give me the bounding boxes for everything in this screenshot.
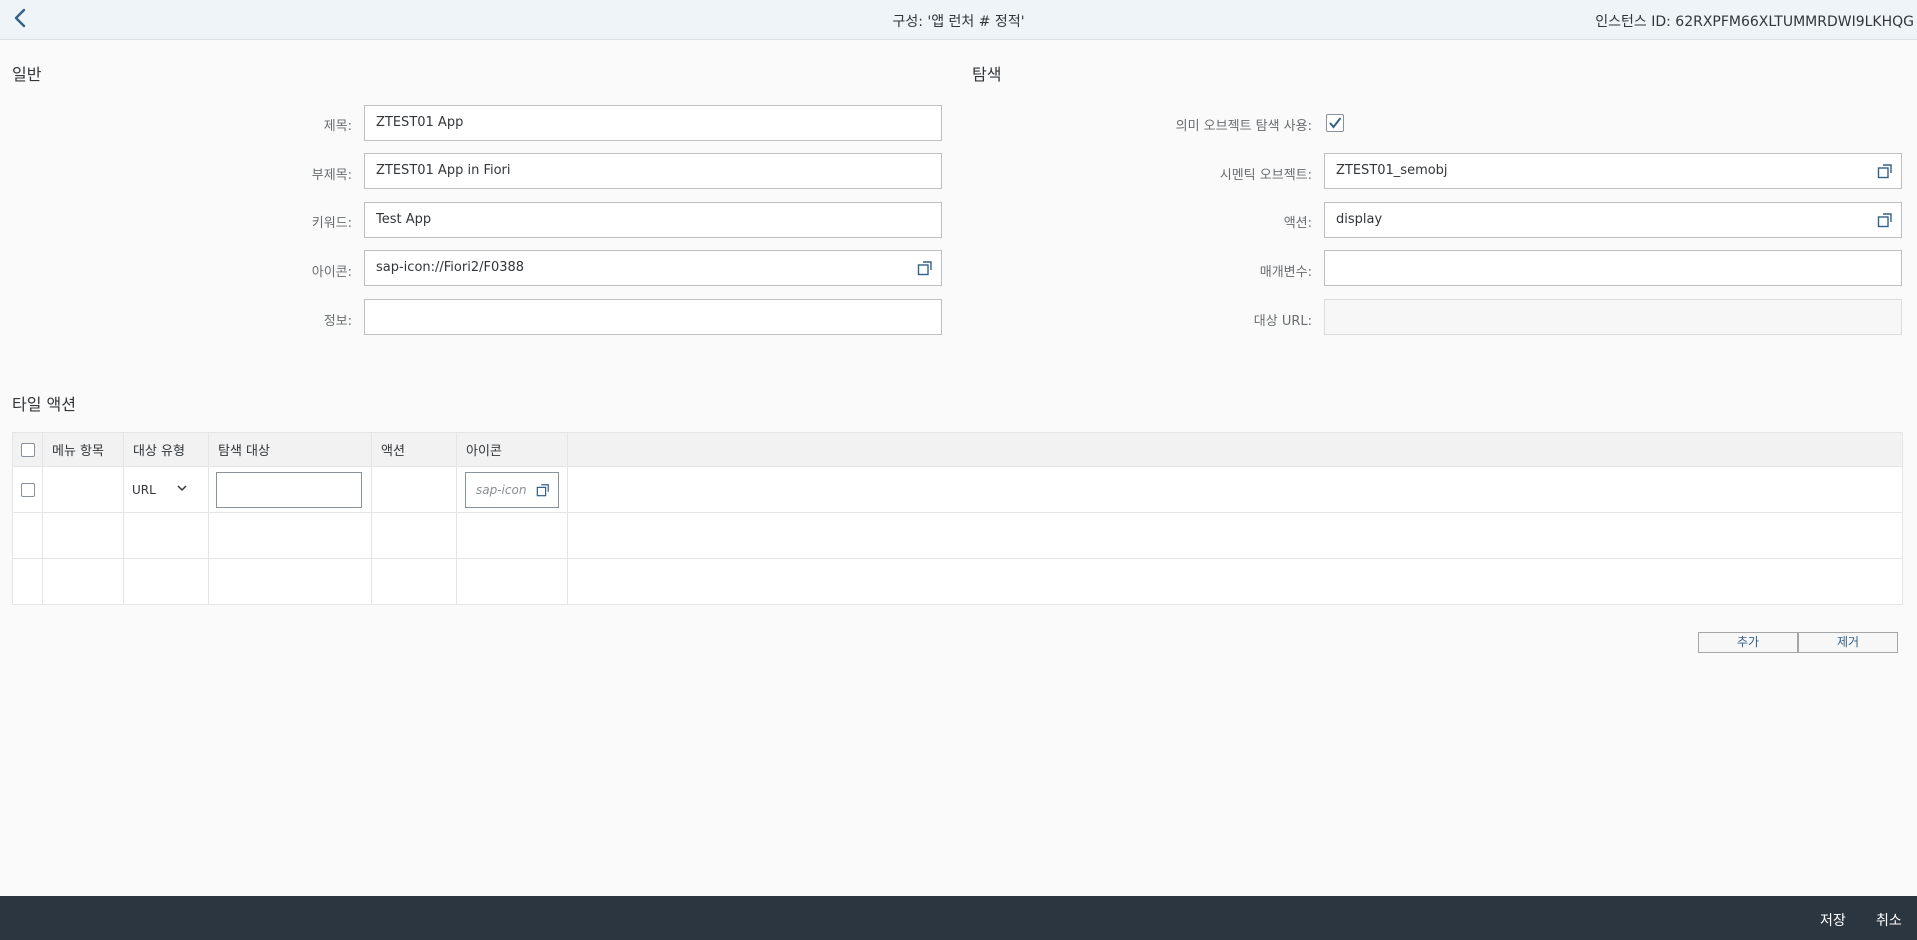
value-help-icon[interactable] (536, 483, 550, 497)
action-cell (371, 512, 457, 559)
table-row (12, 512, 1903, 559)
value-help-icon[interactable] (1877, 163, 1893, 179)
row-select-cell (12, 558, 43, 605)
row-icon-placeholder: sap-icon (476, 482, 527, 497)
column-header-target-type: 대상 유형 (123, 432, 209, 467)
nav-target-cell (208, 466, 372, 513)
tile-actions-table: 메뉴 항목 대상 유형 탐색 대상 액션 아이콘 URL sap-icon (12, 432, 1903, 605)
filler-cell (567, 466, 1903, 513)
row-select-cell (12, 466, 43, 513)
icon-field-value: sap-icon://Fiori2/F0388 (376, 260, 525, 275)
action-cell (371, 466, 457, 513)
title-label: 제목: (323, 119, 352, 134)
save-button[interactable]: 저장 (1820, 910, 1846, 930)
value-help-icon[interactable] (917, 260, 933, 276)
nav-target-input[interactable] (216, 471, 362, 508)
keywords-label: 키워드: (311, 216, 352, 231)
column-header-filler (567, 432, 1903, 467)
filler-cell (567, 512, 1903, 559)
target-type-cell (123, 558, 209, 605)
use-semantic-label: 의미 오브젝트 탐색 사용: (1175, 119, 1312, 134)
cancel-button[interactable]: 취소 (1876, 910, 1902, 930)
checkmark-icon (1329, 117, 1342, 129)
title-input[interactable]: ZTEST01 App (364, 105, 942, 141)
target-url-input (1324, 299, 1902, 335)
subtitle-input[interactable]: ZTEST01 App in Fiori (364, 153, 942, 189)
select-all-cell (12, 432, 43, 467)
keywords-input[interactable]: Test App (364, 202, 942, 238)
semantic-object-value: ZTEST01_semobj (1336, 163, 1448, 178)
menu-item-cell (42, 512, 124, 559)
top-bar: 구성: '앱 런처 # 정적' 인스턴스 ID: 62RXPFM66XLTUMM… (0, 0, 1917, 40)
subtitle-label: 부제목: (311, 168, 352, 183)
use-semantic-checkbox[interactable] (1326, 114, 1344, 132)
column-header-action: 액션 (371, 432, 457, 467)
nav-target-cell (208, 512, 372, 559)
icon-label: 아이콘: (311, 265, 352, 280)
icon-field[interactable]: sap-icon://Fiori2/F0388 (364, 250, 942, 286)
target-url-label: 대상 URL: (1253, 314, 1312, 329)
footer-toolbar: 저장 취소 (0, 896, 1917, 940)
icon-cell (456, 558, 568, 605)
action-value: display (1336, 212, 1383, 227)
instance-id: 인스턴스 ID: 62RXPFM66XLTUMMRDWI9LKHQG (1595, 14, 1914, 30)
info-label: 정보: (323, 314, 352, 329)
action-field[interactable]: display (1324, 202, 1902, 238)
info-input[interactable] (364, 299, 942, 335)
action-label: 액션: (1283, 216, 1312, 231)
icon-cell: sap-icon (456, 466, 568, 513)
remove-button[interactable]: 제거 (1798, 632, 1898, 653)
row-select-cell (12, 512, 43, 559)
row-icon-input[interactable]: sap-icon (465, 471, 559, 508)
select-all-checkbox[interactable] (20, 442, 35, 457)
semantic-object-field[interactable]: ZTEST01_semobj (1324, 153, 1902, 189)
tile-actions-section-title: 타일 액션 (12, 395, 76, 414)
table-row (12, 558, 1903, 605)
target-type-select[interactable]: URL (132, 483, 156, 497)
add-button[interactable]: 추가 (1698, 632, 1798, 653)
column-header-nav-target: 탐색 대상 (208, 432, 372, 467)
target-type-cell (123, 512, 209, 559)
parameters-input[interactable] (1324, 250, 1902, 286)
target-type-cell[interactable]: URL (123, 466, 209, 513)
parameters-label: 매개변수: (1259, 265, 1312, 280)
icon-cell (456, 512, 568, 559)
semantic-object-label: 시멘틱 오브젝트: (1219, 168, 1312, 183)
general-section-title: 일반 (12, 65, 42, 84)
menu-item-cell (42, 558, 124, 605)
value-help-icon[interactable] (1877, 212, 1893, 228)
navigation-section-title: 탐색 (972, 65, 1002, 84)
menu-item-cell (42, 466, 124, 513)
table-row: URL sap-icon (12, 466, 1903, 513)
filler-cell (567, 558, 1903, 605)
action-cell (371, 558, 457, 605)
nav-target-cell (208, 558, 372, 605)
column-header-icon: 아이콘 (456, 432, 568, 467)
row-checkbox[interactable] (20, 482, 35, 497)
chevron-down-icon[interactable] (176, 482, 188, 494)
column-header-menu-item: 메뉴 항목 (42, 432, 124, 467)
